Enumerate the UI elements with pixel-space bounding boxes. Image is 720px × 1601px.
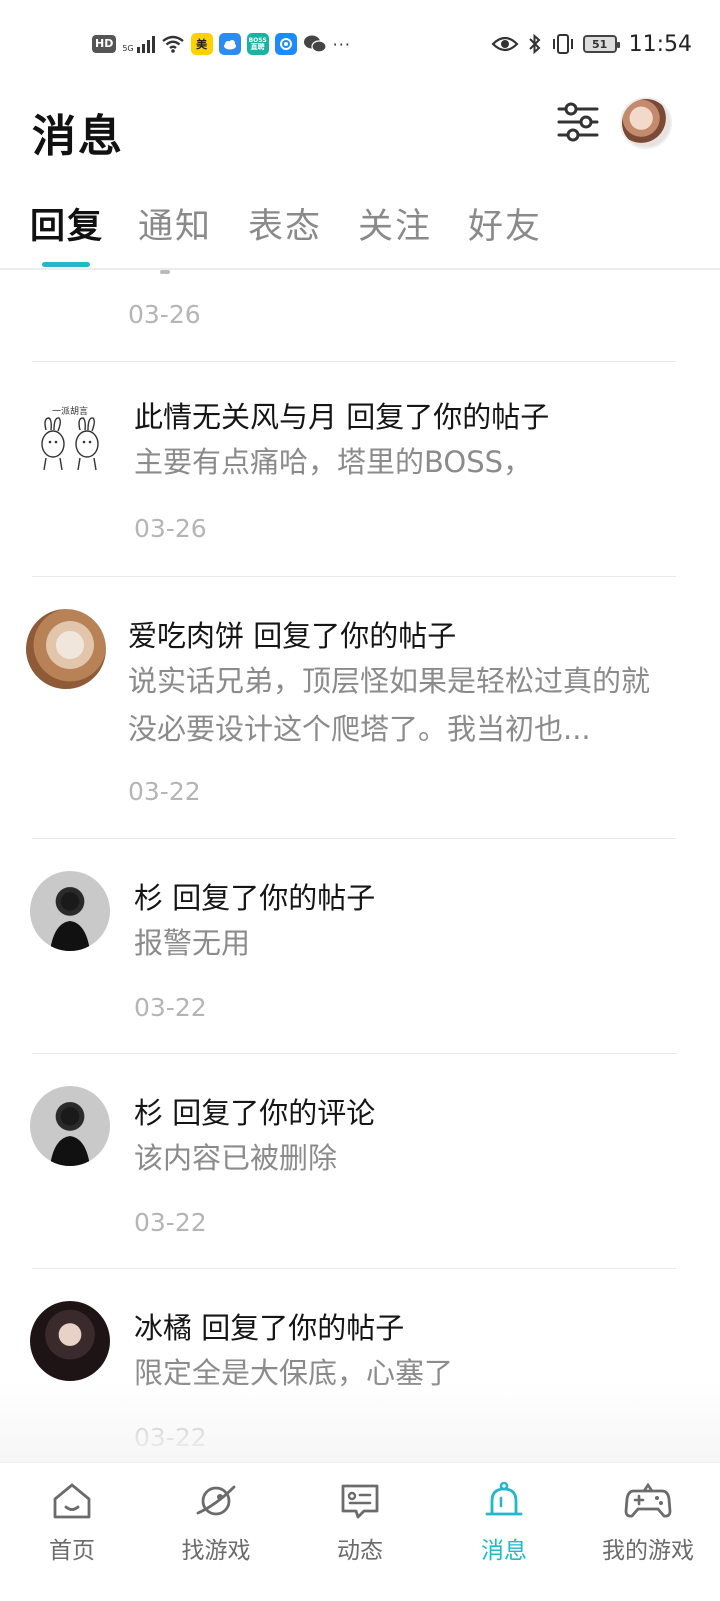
nav-label: 动态 <box>337 1538 383 1564</box>
cellular-signal-icon: 5G <box>122 35 155 53</box>
nav-my-games[interactable]: 我的游戏 <box>576 1463 720 1601</box>
cat-avatar <box>26 609 106 689</box>
planet-icon <box>196 1485 236 1516</box>
vibrate-icon <box>552 34 573 54</box>
sticker-avatar: 一派胡言 <box>30 400 110 480</box>
nav-label: 消息 <box>481 1538 527 1564</box>
filter-settings-button[interactable] <box>556 100 600 144</box>
eye-icon <box>491 36 519 52</box>
boss-app-icon: BOSS 直聘 <box>246 33 269 55</box>
person-avatar <box>30 1086 110 1166</box>
nav-label: 找游戏 <box>181 1538 251 1564</box>
nav-label: 首页 <box>49 1538 95 1564</box>
user-avatar[interactable] <box>620 97 672 149</box>
feed-icon <box>341 1484 379 1519</box>
message-title: 杉 回复了你的帖子 <box>134 881 376 915</box>
message-title: 冰橘 回复了你的帖子 <box>134 1311 405 1345</box>
weather-app-icon <box>218 33 241 55</box>
message-body: 该内容已被删除 <box>134 1141 338 1175</box>
rabbit-sticker-icon: 一派胡言 <box>41 405 99 471</box>
list-item[interactable]: 杉 回复了你的评论 该内容已被删除 03-22 <box>0 1054 720 1268</box>
status-left: HD 5G 美 BOSS 直聘 ··· <box>92 30 351 58</box>
wifi-icon <box>161 35 184 53</box>
status-right: 51 11:54 <box>491 30 692 58</box>
nav-home[interactable]: 首页 <box>0 1463 144 1601</box>
person-avatar <box>30 871 110 951</box>
message-list[interactable]: 03-26 一派胡言 此情无关风与月 回复了你的帖子 主要有点痛哈，塔里的BOS… <box>0 270 720 1462</box>
message-date: 03-26 <box>128 300 201 329</box>
page-title: 消息 <box>32 111 124 162</box>
bluetooth-icon <box>528 33 541 55</box>
bottom-nav: 首页 找游戏 动态 消息 我的游戏 <box>0 1462 720 1601</box>
message-date: 03-22 <box>128 777 201 806</box>
status-time: 11:54 <box>628 31 692 57</box>
message-title: 杉 回复了你的评论 <box>134 1096 376 1130</box>
tab-friends[interactable]: 好友 <box>468 198 542 249</box>
tab-notifications[interactable]: 通知 <box>138 198 212 249</box>
tab-reactions[interactable]: 表态 <box>248 198 322 249</box>
message-body: 报警无用 <box>134 926 251 960</box>
bell-icon <box>485 1481 523 1516</box>
list-item[interactable]: 03-26 <box>0 270 720 362</box>
gamepad-icon <box>624 1482 672 1518</box>
message-date: 03-22 <box>134 1423 207 1452</box>
message-body: 说实话兄弟，顶层怪如果是轻松过真的就没必要设计这个爬塔了。我当初也... <box>128 664 651 746</box>
nav-feed[interactable]: 动态 <box>288 1463 432 1601</box>
message-title: 爱吃肉饼 回复了你的帖子 <box>128 619 457 653</box>
message-tabs: 回复 通知 表态 关注 好友 <box>0 198 720 270</box>
active-tab-indicator <box>42 262 90 267</box>
meituan-app-icon: 美 <box>190 33 213 55</box>
message-title: 此情无关风与月 回复了你的帖子 <box>134 400 550 434</box>
nav-messages[interactable]: 消息 <box>432 1463 576 1601</box>
hd-badge: HD <box>92 35 117 53</box>
tab-reply[interactable]: 回复 <box>30 198 104 249</box>
message-body: 限定全是大保底，心塞了 <box>134 1356 454 1390</box>
message-body: 主要有点痛哈，塔里的BOSS， <box>134 445 533 479</box>
message-date: 03-26 <box>134 514 207 543</box>
message-date: 03-22 <box>134 993 207 1022</box>
svg-text:一派胡言: 一派胡言 <box>52 405 88 417</box>
message-date: 03-22 <box>134 1208 207 1237</box>
nav-label: 我的游戏 <box>602 1538 694 1564</box>
browser-app-icon <box>274 33 297 55</box>
list-item[interactable]: 杉 回复了你的帖子 报警无用 03-22 <box>0 839 720 1053</box>
home-icon <box>53 1483 91 1519</box>
wechat-icon <box>303 35 327 53</box>
girl-avatar <box>30 1301 110 1381</box>
list-item[interactable]: 一派胡言 此情无关风与月 回复了你的帖子 主要有点痛哈，塔里的BOSS， 03-… <box>0 362 720 576</box>
nav-find-games[interactable]: 找游戏 <box>144 1463 288 1601</box>
more-notifications-icon: ··· <box>332 34 351 54</box>
list-item[interactable]: 冰橘 回复了你的帖子 限定全是大保底，心塞了 03-22 <box>0 1269 720 1462</box>
sliders-icon <box>557 102 599 142</box>
status-bar: HD 5G 美 BOSS 直聘 ··· 51 11:54 <box>0 0 720 88</box>
tab-follows[interactable]: 关注 <box>358 198 432 249</box>
battery-icon: 51 <box>582 35 620 53</box>
list-item[interactable]: 爱吃肉饼 回复了你的帖子 说实话兄弟，顶层怪如果是轻松过真的就没必要设计这个爬塔… <box>0 577 720 838</box>
